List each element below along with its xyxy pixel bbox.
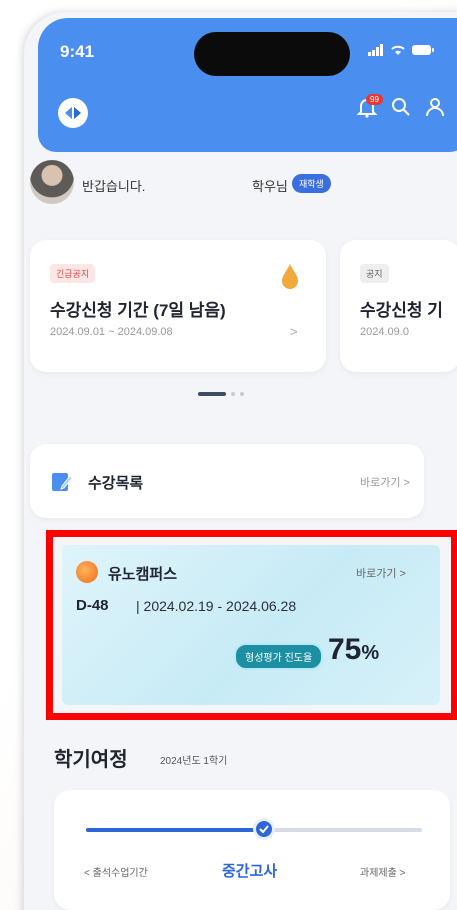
semester-subtitle: 2024년도 1학기	[160, 756, 228, 767]
course-list-label: 수강목록	[88, 475, 144, 492]
role-badge: 재학생	[292, 174, 331, 193]
battery-icon	[412, 45, 434, 55]
carousel-dot[interactable]	[240, 392, 244, 396]
wifi-icon	[391, 45, 405, 55]
chevron-right-icon: >	[290, 324, 298, 339]
check-icon	[259, 825, 269, 834]
dynamic-island	[194, 32, 350, 76]
profile-icon[interactable]	[424, 96, 446, 118]
status-time: 9:41	[60, 42, 95, 61]
notice-title: 수강신청 기	[360, 301, 443, 320]
journey-next-link[interactable]: 과제제출 >	[360, 864, 405, 879]
dday-label: D-48	[76, 597, 109, 614]
campus-card[interactable]: 유노캠퍼스 바로가기 > D-48 | 2024.02.19 - 2024.06…	[62, 545, 440, 705]
journey-track-fill	[86, 828, 265, 832]
greeting-text: 반갑습니다.	[82, 179, 146, 194]
campus-go-link[interactable]: 바로가기 >	[356, 565, 406, 581]
notice-card[interactable]: 공지 수강신청 기 2024.09.0	[340, 240, 457, 372]
search-icon[interactable]	[390, 96, 412, 118]
carousel-dot[interactable]	[231, 392, 235, 396]
journey-knob[interactable]	[253, 818, 276, 840]
notice-dates: 2024.09.01 ~ 2024.09.08	[50, 326, 173, 338]
edit-note-icon	[52, 473, 73, 491]
campus-period: | 2024.02.19 - 2024.06.28	[136, 598, 297, 614]
progress-unit: %	[361, 642, 380, 664]
notice-dates: 2024.09.0	[360, 326, 409, 338]
semester-title: 학기여정	[54, 749, 128, 771]
notice-card[interactable]: 긴급공지 수강신청 기간 (7일 남음) 2024.09.01 ~ 2024.0…	[30, 240, 326, 372]
notification-badge: 99	[366, 94, 383, 105]
header-actions: 99	[356, 94, 446, 118]
carousel-indicator	[198, 392, 244, 396]
campus-name: 유노캠퍼스	[108, 566, 178, 583]
journey-current-stage: 중간고사	[222, 863, 278, 880]
drop-icon	[282, 264, 298, 289]
system-status-icons	[368, 44, 434, 56]
notification-button[interactable]: 99	[356, 94, 383, 118]
urgent-tag: 긴급공지	[50, 264, 96, 283]
course-list-card[interactable]: 수강목록 바로가기 >	[30, 444, 424, 518]
notice-title: 수강신청 기간 (7일 남음)	[50, 301, 226, 320]
notice-tag: 공지	[360, 264, 389, 283]
logo-icon	[65, 104, 81, 122]
signal-icon	[368, 44, 383, 56]
progress-value: 75%	[328, 633, 379, 667]
avatar[interactable]	[30, 160, 74, 204]
course-list-go-link[interactable]: 바로가기 >	[360, 474, 410, 490]
campus-logo	[76, 561, 98, 583]
progress-number: 75	[328, 633, 362, 666]
app-logo[interactable]	[58, 98, 88, 128]
greeting-name: 학우님	[252, 179, 288, 194]
app-header: 9:41 99	[38, 18, 457, 152]
semester-journey-card: < 출석수업기간 중간고사 과제제출 >	[54, 790, 450, 910]
progress-label-badge: 형성평가 진도율	[234, 643, 324, 670]
greeting-row: 반갑습니다. 학우님 재학생	[30, 160, 430, 216]
carousel-dot-active[interactable]	[198, 392, 226, 396]
journey-prev-link[interactable]: < 출석수업기간	[84, 864, 148, 879]
